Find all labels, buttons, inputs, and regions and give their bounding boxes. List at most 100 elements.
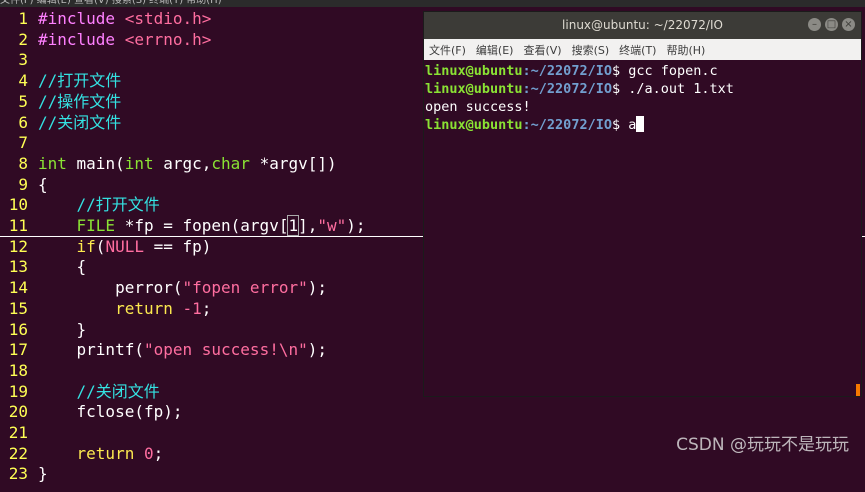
terminal-prompt-line: linux@ubuntu:~/22072/IO$ ./a.out 1.txt [424,80,861,98]
terminal-prompt-line: linux@ubuntu:~/22072/IO$ gcc fopen.c [424,62,861,80]
code-token: char [211,153,250,173]
code-token: "fopen error" [182,278,308,298]
terminal-menubar: 文件(F) 编辑(E) 查看(V) 搜索(S) 终端(T) 帮助(H) [424,39,861,60]
line-number: 1 [18,9,28,28]
line-number: 9 [18,174,28,194]
code-token: if [76,236,96,256]
code-token: ( [95,236,106,256]
code-token: 0 [143,443,154,463]
code-token: perror( [38,278,183,298]
code-token: //操作文件 [38,91,122,111]
line-number: 10 [8,195,28,215]
prompt-path: :~/22072/IO [522,63,612,79]
line-number: 20 [8,402,28,422]
line-number: 22 [8,443,28,463]
menu-edit[interactable]: 编辑(E) [471,42,519,58]
code-token: ); [307,278,327,298]
line-number: 23 [8,464,28,484]
code-text: perror("fopen error"); [38,277,327,298]
code-token: { [38,174,48,194]
code-token: -1 [182,298,202,318]
prompt-symbol: $ [611,63,629,79]
code-text: fclose(fp); [38,401,183,422]
prompt-path: :~/22072/IO [522,81,612,97]
code-text: //打开文件 [38,70,121,91]
background-menu-strip: 文件(F) 编辑(E) 查看(V) 搜索(S) 终端(T) 帮助(H) [0,0,865,7]
terminal-window[interactable]: linux@ubuntu: ~/22072/IO – □ × 文件(F) 编辑(… [424,12,861,396]
code-token: NULL [105,236,144,256]
code-token: int [38,153,67,173]
terminal-scrollbar[interactable] [856,384,860,396]
close-icon[interactable]: × [842,18,855,31]
code-text: //操作文件 [38,91,121,112]
terminal-output-line: open success! [425,99,531,115]
menu-terminal[interactable]: 终端(T) [614,42,661,58]
terminal-output[interactable]: linux@ubuntu:~/22072/IO$ gcc fopen.c linu… [424,62,861,134]
code-token: } [38,464,48,484]
code-text: return -1; [38,298,211,319]
terminal-prompt-line: linux@ubuntu:~/22072/IO$ a [424,116,861,134]
terminal-titlebar[interactable]: linux@ubuntu: ~/22072/IO – □ × [424,12,861,39]
window-controls: – □ × [808,18,855,32]
terminal-title: linux@ubuntu: ~/22072/IO [562,18,723,32]
prompt-symbol: $ [611,117,629,133]
line-number: 18 [8,360,28,380]
code-token: return [115,298,173,318]
prompt-command: gcc fopen.c [628,63,718,79]
code-text: //关闭文件 [38,381,160,402]
code-token: //关闭文件 [76,381,160,401]
code-token: 1 [287,215,300,236]
line-number: 4 [18,71,28,91]
line-number: 15 [8,298,28,318]
code-line[interactable]: 23} [0,463,865,484]
code-token: ); [346,216,366,235]
code-token: FILE [76,216,116,235]
code-text: } [38,463,48,484]
code-text: } [38,319,87,340]
terminal-cursor [636,116,645,132]
code-token: return [76,443,135,463]
menu-view[interactable]: 查看(V) [518,42,566,58]
prompt-user: linux@ubuntu [425,117,523,133]
code-text: //关闭文件 [38,112,121,133]
menu-file[interactable]: 文件(F) [424,42,471,58]
line-number: 13 [8,257,28,277]
prompt-user: linux@ubuntu [425,63,523,79]
line-number: 2 [18,29,28,49]
code-text: #include <stdio.h> [38,8,211,29]
line-number: 7 [18,133,28,153]
prompt-command: a [628,117,637,133]
code-text: { [38,174,48,195]
code-line[interactable]: 20 fclose(fp); [0,401,865,422]
code-token: { [38,257,87,277]
line-number: 8 [18,153,28,173]
prompt-command: ./a.out 1.txt [628,81,734,97]
code-token: <stdio.h> [124,9,212,28]
code-token: #include [38,9,125,28]
code-token: } [38,319,87,339]
maximize-icon[interactable]: □ [825,18,838,31]
code-token: <errno.h> [124,29,212,49]
code-token: //关闭文件 [38,112,122,132]
code-text: int main(int argc,char *argv[]) [38,153,337,174]
code-token: *argv[]) [249,153,337,173]
code-text: if(NULL == fp) [38,236,212,257]
code-text: printf("open success!\n"); [38,339,327,360]
code-token: "w" [317,216,347,235]
line-number: 16 [8,319,28,339]
code-token: printf( [38,340,144,360]
line-number: 21 [8,423,28,442]
prompt-user: linux@ubuntu [425,81,523,97]
menu-search[interactable]: 搜索(S) [567,42,615,58]
code-token: == fp) [143,236,212,256]
menu-help[interactable]: 帮助(H) [661,42,710,58]
line-number: 6 [18,112,28,132]
code-token: //打开文件 [76,195,160,215]
minimize-icon[interactable]: – [808,18,821,31]
